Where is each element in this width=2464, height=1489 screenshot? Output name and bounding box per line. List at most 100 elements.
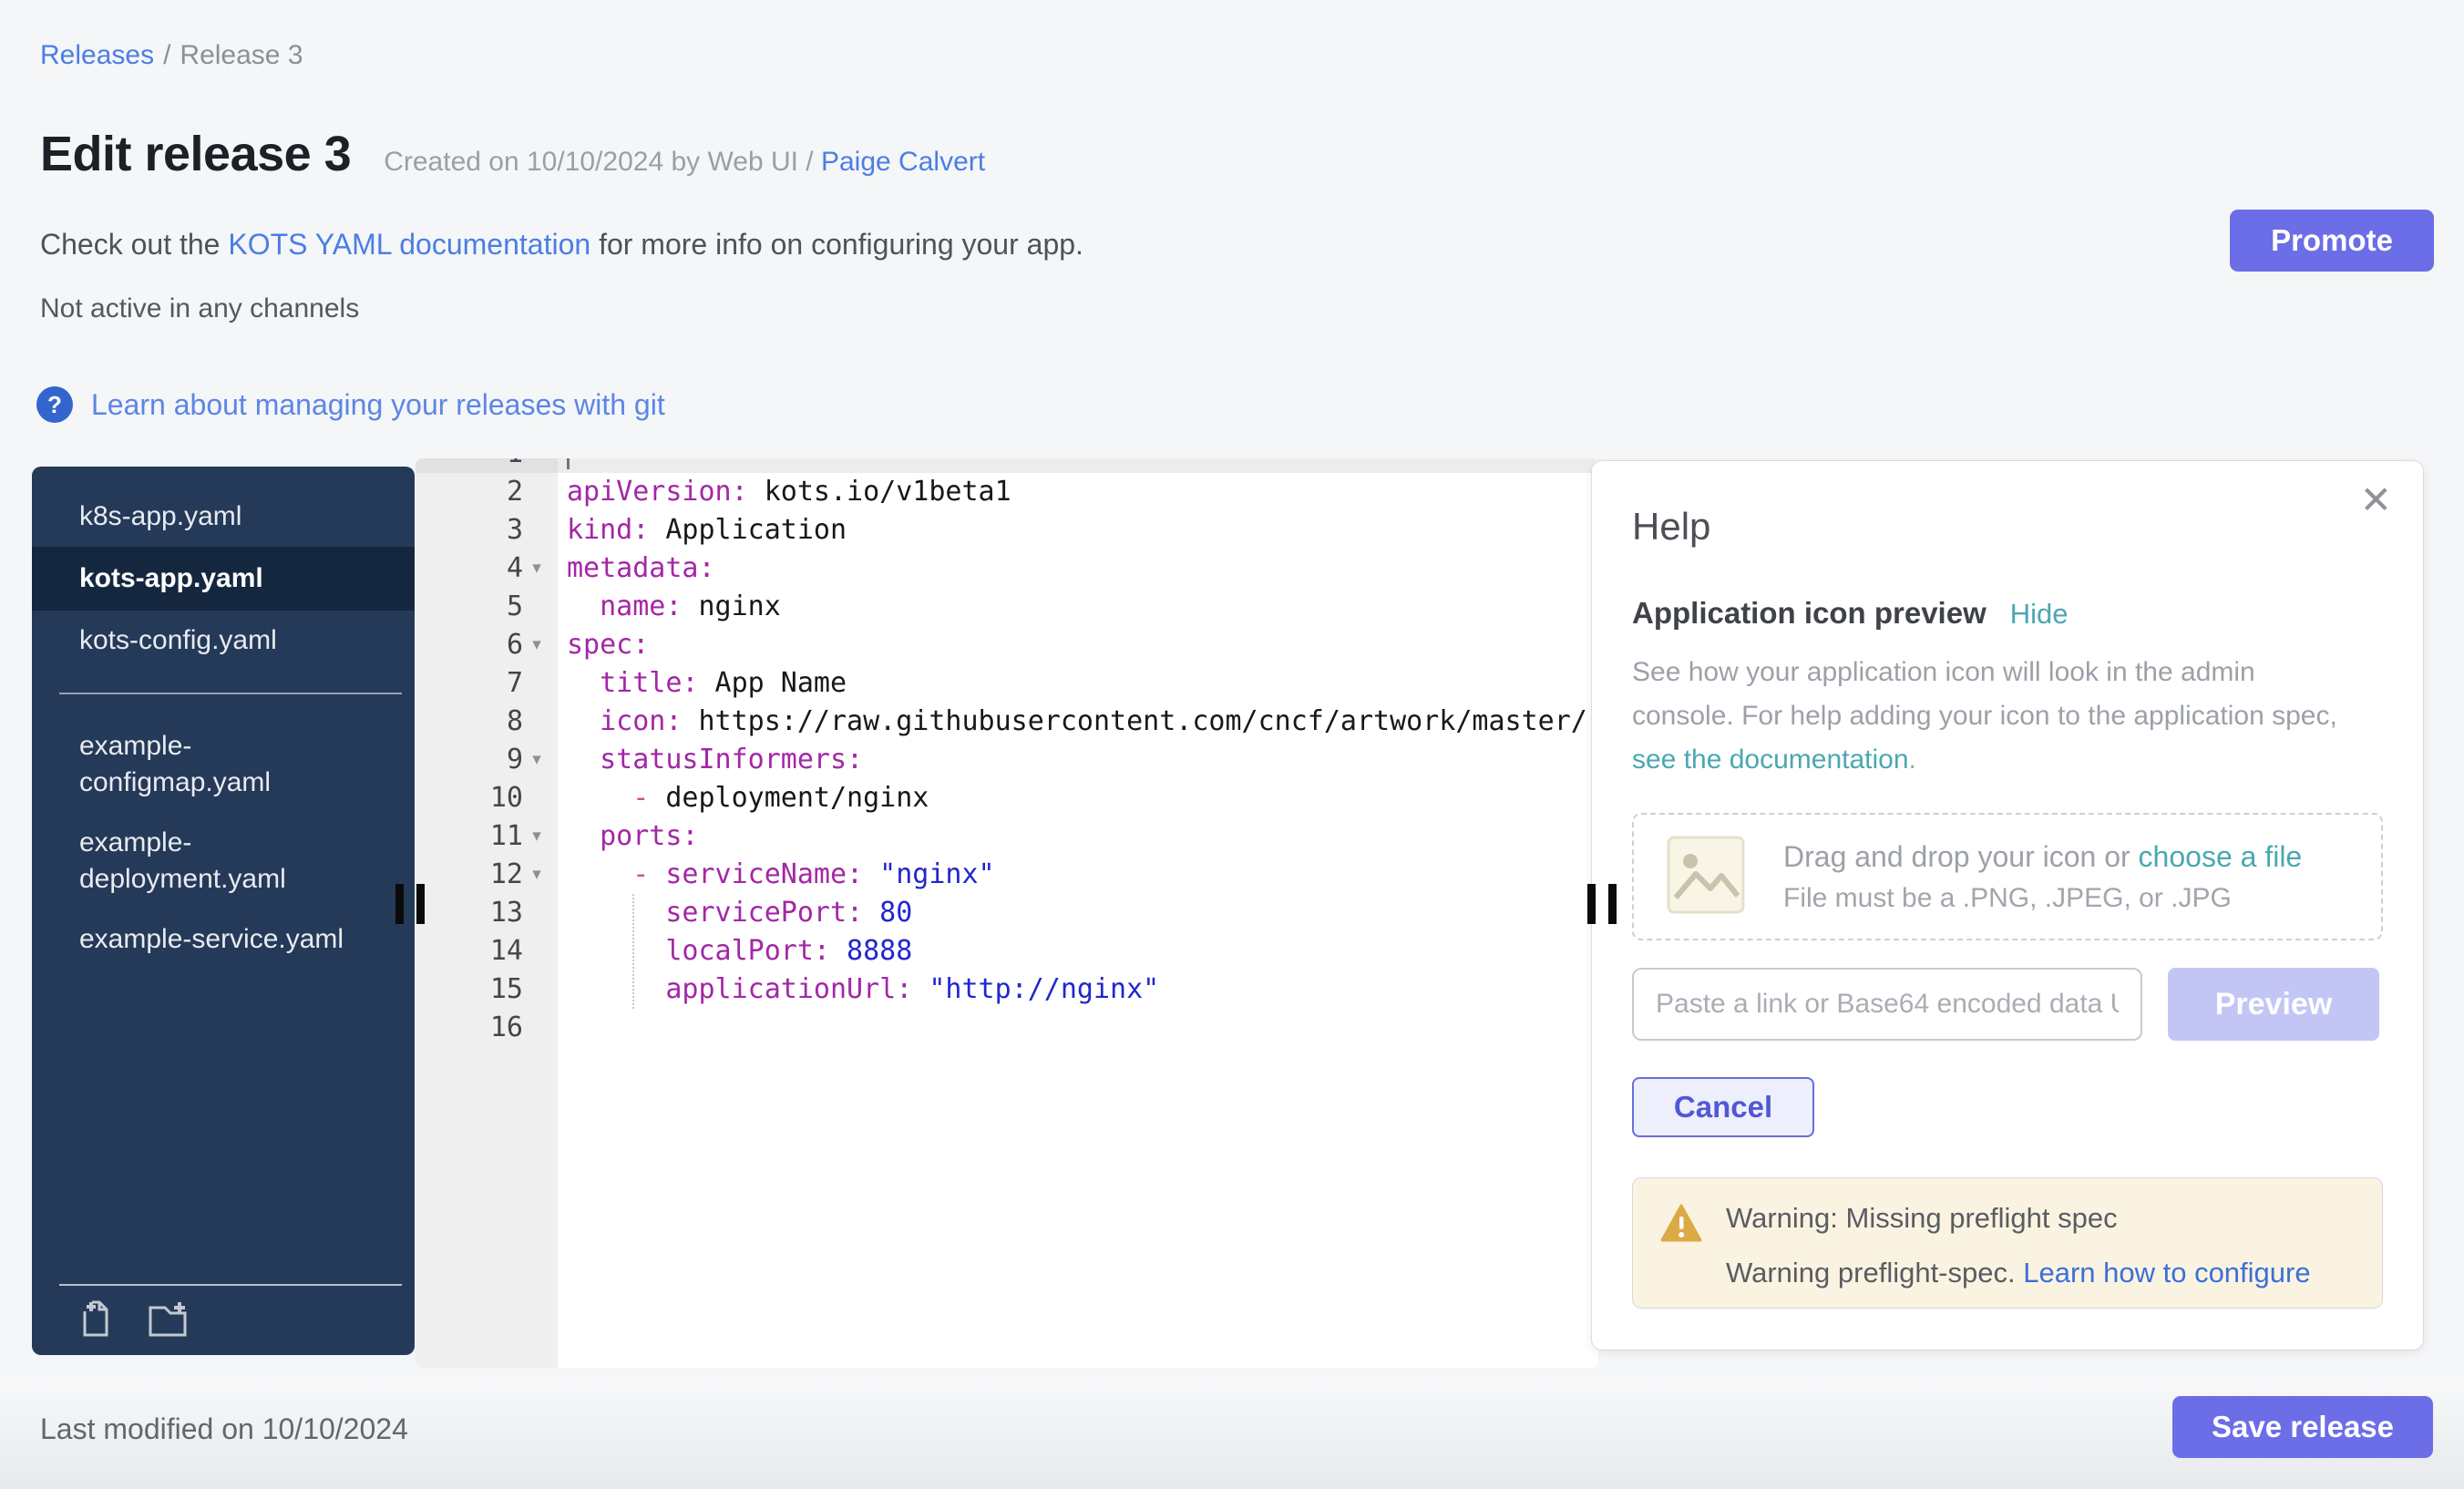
warning-configure-link[interactable]: Learn how to configure xyxy=(2023,1257,2310,1289)
new-folder-icon[interactable] xyxy=(145,1299,192,1340)
file-list: k8s-app.yaml kots-app.yaml kots-config.yam… xyxy=(32,467,415,970)
git-releases-link[interactable]: Learn about managing your releases with … xyxy=(91,388,665,422)
line-number: 9▾ xyxy=(416,741,558,779)
file-name: k8s-app.yaml xyxy=(79,498,241,535)
preview-button[interactable]: Preview xyxy=(2168,968,2379,1041)
code-line[interactable]: 7 title: App Name xyxy=(416,664,1598,703)
file-name: example-deployment.yaml xyxy=(79,825,365,898)
kots-docs-link[interactable]: KOTS YAML documentation xyxy=(228,228,590,261)
sidebar-footer xyxy=(32,1284,415,1340)
dropzone-prompt: Drag and drop your icon or xyxy=(1783,840,2139,873)
line-number: 16 xyxy=(416,1009,558,1047)
code-line[interactable]: 13 servicePort: 80 xyxy=(416,894,1598,932)
icon-url-input[interactable] xyxy=(1632,968,2142,1041)
line-number: 7 xyxy=(416,664,558,703)
line-number: 12▾ xyxy=(416,856,558,894)
code-line[interactable]: 3kind: Application xyxy=(416,511,1598,549)
code-rows: 1---2apiVersion: kots.io/v1beta13kind: A… xyxy=(416,458,1598,1047)
author-link[interactable]: Paige Calvert xyxy=(821,147,985,177)
help-description-line1: See how your application icon will look … xyxy=(1632,651,2383,694)
fold-arrow-icon[interactable]: ▾ xyxy=(523,817,550,856)
file-name: kots-config.yaml xyxy=(79,622,277,659)
save-release-button[interactable]: Save release xyxy=(2172,1396,2433,1458)
help-description-line3: see the documentation. xyxy=(1632,738,2383,782)
file-item[interactable]: example-service.yaml xyxy=(32,909,415,970)
breadcrumb-separator: / xyxy=(163,40,170,70)
line-number: 6▾ xyxy=(416,626,558,664)
hide-link[interactable]: Hide xyxy=(2010,598,2069,631)
yaml-editor[interactable]: 1---2apiVersion: kots.io/v1beta13kind: A… xyxy=(416,458,1598,1368)
line-number: 8 xyxy=(416,703,558,741)
created-info: Created on 10/10/2024 by Web UI / Paige … xyxy=(384,147,985,178)
help-panel: ✕ Help Application icon preview Hide See… xyxy=(1591,460,2424,1350)
git-help-row: ? Learn about managing your releases wit… xyxy=(36,386,665,423)
file-item[interactable]: example-configmap.yaml xyxy=(32,716,415,813)
app-root: Releases / Release 3 Edit release 3 Create… xyxy=(0,0,2464,1489)
last-modified-label: Last modified on 10/10/2024 xyxy=(40,1412,408,1446)
breadcrumb-current: Release 3 xyxy=(180,40,303,70)
warning-icon xyxy=(1660,1202,1702,1289)
code-line[interactable]: 6▾spec: xyxy=(416,626,1598,664)
icon-url-row: Preview xyxy=(1632,968,2383,1041)
see-docs-link[interactable]: see the documentation xyxy=(1632,744,1909,775)
code-line[interactable]: 16 xyxy=(416,1009,1598,1047)
fold-arrow-icon[interactable]: ▾ xyxy=(523,626,550,664)
code-line[interactable]: 8 icon: https://raw.githubusercontent.co… xyxy=(416,703,1598,741)
line-number: 14 xyxy=(416,932,558,970)
created-text: Created on 10/10/2024 by Web UI / xyxy=(384,147,821,177)
code-line[interactable]: 9▾ statusInformers: xyxy=(416,741,1598,779)
promote-button[interactable]: Promote xyxy=(2230,210,2434,272)
line-number: 11▾ xyxy=(416,817,558,856)
file-item[interactable]: example-deployment.yaml xyxy=(32,813,415,909)
code-line[interactable]: 1--- xyxy=(416,458,1598,473)
code-line[interactable]: 14 localPort: 8888 xyxy=(416,932,1598,970)
question-icon[interactable]: ? xyxy=(36,386,73,423)
sidebar-actions xyxy=(32,1299,415,1340)
docs-hint-pre: Check out the xyxy=(40,228,228,261)
file-item[interactable]: kots-app.yaml xyxy=(32,547,415,611)
line-number: 3 xyxy=(416,511,558,549)
line-number: 15 xyxy=(416,970,558,1009)
sidebar-resize-handle[interactable] xyxy=(395,884,425,924)
help-description-line2: console. For help adding your icon to th… xyxy=(1632,694,2383,738)
page-title: Edit release 3 xyxy=(40,126,351,182)
fold-arrow-icon[interactable]: ▾ xyxy=(523,549,550,588)
docs-hint: Check out the KOTS YAML documentation fo… xyxy=(40,228,1083,262)
code-line[interactable]: 4▾metadata: xyxy=(416,549,1598,588)
choose-file-link[interactable]: choose a file xyxy=(2139,840,2303,873)
cancel-button[interactable]: Cancel xyxy=(1632,1077,1814,1137)
line-number: 13 xyxy=(416,894,558,932)
file-item[interactable]: kots-config.yaml xyxy=(32,611,415,671)
help-description: See how your application icon will look … xyxy=(1632,651,2383,782)
fold-arrow-icon[interactable]: ▾ xyxy=(523,741,550,779)
text-cursor xyxy=(567,458,570,469)
footer: Last modified on 10/10/2024 Save release xyxy=(0,1376,2464,1489)
warning-title: Warning: Missing preflight spec xyxy=(1726,1202,2311,1235)
warning-text: Warning: Missing preflight spec Warning … xyxy=(1726,1202,2311,1289)
file-item[interactable]: k8s-app.yaml xyxy=(32,487,415,547)
code-line[interactable]: 10 - deployment/nginx xyxy=(416,779,1598,817)
help-title: Help xyxy=(1632,505,2383,549)
code-line[interactable]: 5 name: nginx xyxy=(416,588,1598,626)
code-line[interactable]: 11▾ ports: xyxy=(416,817,1598,856)
sidebar-divider xyxy=(59,693,402,694)
code-line[interactable]: 15 applicationUrl: "http://nginx" xyxy=(416,970,1598,1009)
line-number: 10 xyxy=(416,779,558,817)
line-number: 2 xyxy=(416,473,558,511)
dropzone-hint: File must be a .PNG, .JPEG, or .JPG xyxy=(1783,883,2302,914)
code-line[interactable]: 12▾ - serviceName: "nginx" xyxy=(416,856,1598,894)
icon-dropzone[interactable]: Drag and drop your icon or choose a file… xyxy=(1632,813,2383,940)
channel-status: Not active in any channels xyxy=(40,293,359,324)
file-name: kots-app.yaml xyxy=(79,560,263,597)
title-row: Edit release 3 Created on 10/10/2024 by … xyxy=(40,126,985,182)
new-file-icon[interactable] xyxy=(76,1299,118,1340)
warning-box: Warning: Missing preflight spec Warning … xyxy=(1632,1177,2383,1309)
breadcrumb-releases-link[interactable]: Releases xyxy=(40,40,154,70)
code-line[interactable]: 2apiVersion: kots.io/v1beta1 xyxy=(416,473,1598,511)
line-number: 4▾ xyxy=(416,549,558,588)
close-icon[interactable]: ✕ xyxy=(2360,481,2392,519)
section-title: Application icon preview xyxy=(1632,596,1987,631)
fold-arrow-icon[interactable]: ▾ xyxy=(523,856,550,894)
docs-hint-post: for more info on configuring your app. xyxy=(590,228,1083,261)
help-resize-handle[interactable] xyxy=(1587,884,1617,924)
